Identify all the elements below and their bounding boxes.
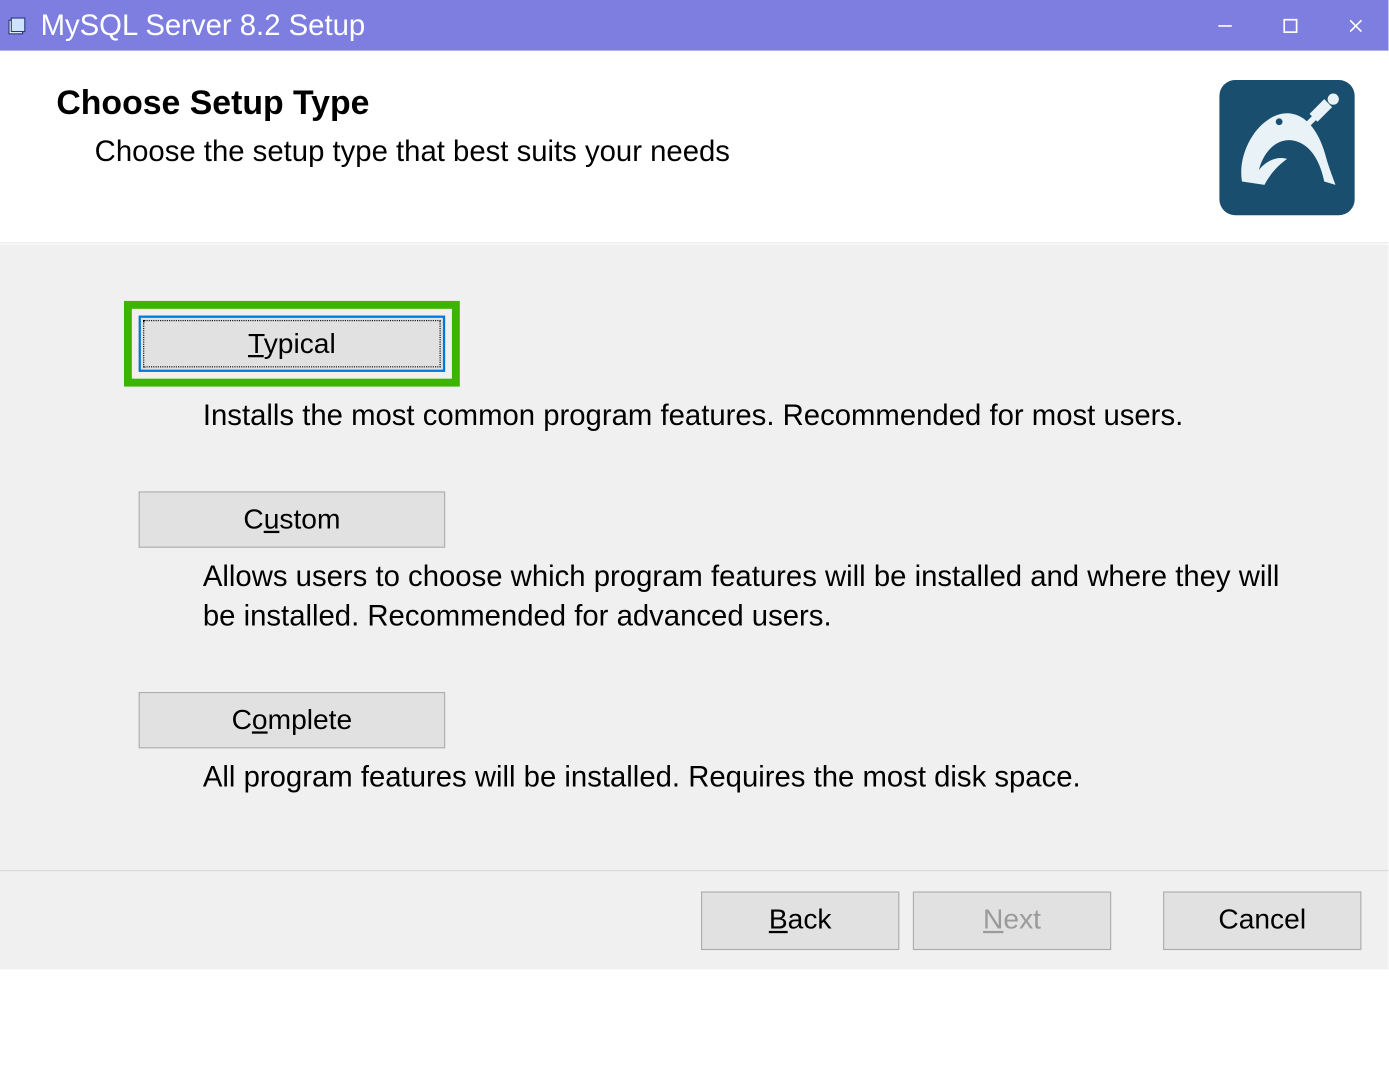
mysql-logo-icon (1219, 80, 1354, 215)
footer: Back Next Cancel (0, 870, 1388, 969)
custom-button[interactable]: Custom (139, 491, 446, 547)
cancel-button[interactable]: Cancel (1163, 891, 1361, 950)
close-button[interactable] (1323, 0, 1388, 51)
header: Choose Setup Type Choose the setup type … (0, 51, 1388, 244)
typical-description: Installs the most common program feature… (203, 396, 1307, 436)
page-title: Choose Setup Type (56, 85, 1219, 123)
label-pre: C (232, 704, 252, 736)
window-title: MySQL Server 8.2 Setup (41, 8, 1193, 43)
label-rest: mplete (268, 704, 353, 736)
cancel-label: Cancel (1218, 904, 1306, 937)
maximize-button[interactable] (1258, 0, 1323, 51)
body: Typical Installs the most common program… (0, 243, 1388, 969)
mnemonic: u (264, 503, 280, 535)
titlebar: MySQL Server 8.2 Setup (0, 0, 1388, 51)
mnemonic: B (769, 904, 788, 936)
typical-button[interactable]: Typical (139, 316, 446, 372)
next-button[interactable]: Next (913, 891, 1111, 950)
label-rest: stom (279, 503, 340, 535)
label-rest: ext (1003, 904, 1041, 936)
option-typical: Typical Installs the most common program… (124, 301, 1332, 435)
label-rest: ypical (264, 327, 336, 359)
label-rest: ack (788, 904, 832, 936)
highlight-marker: Typical (124, 301, 460, 387)
installer-icon (7, 14, 30, 37)
back-button[interactable]: Back (701, 891, 899, 950)
option-custom: Custom Allows users to choose which prog… (124, 491, 1332, 635)
complete-button[interactable]: Complete (139, 692, 446, 748)
page-subtitle: Choose the setup type that best suits yo… (95, 134, 1220, 169)
mnemonic: o (252, 704, 268, 736)
mnemonic: T (248, 327, 264, 359)
option-complete: Complete All program features will be in… (124, 692, 1332, 797)
complete-description: All program features will be installed. … (203, 758, 1307, 798)
mnemonic: N (983, 904, 1003, 936)
custom-description: Allows users to choose which program fea… (203, 557, 1307, 636)
label-pre: C (243, 503, 263, 535)
minimize-button[interactable] (1192, 0, 1257, 51)
